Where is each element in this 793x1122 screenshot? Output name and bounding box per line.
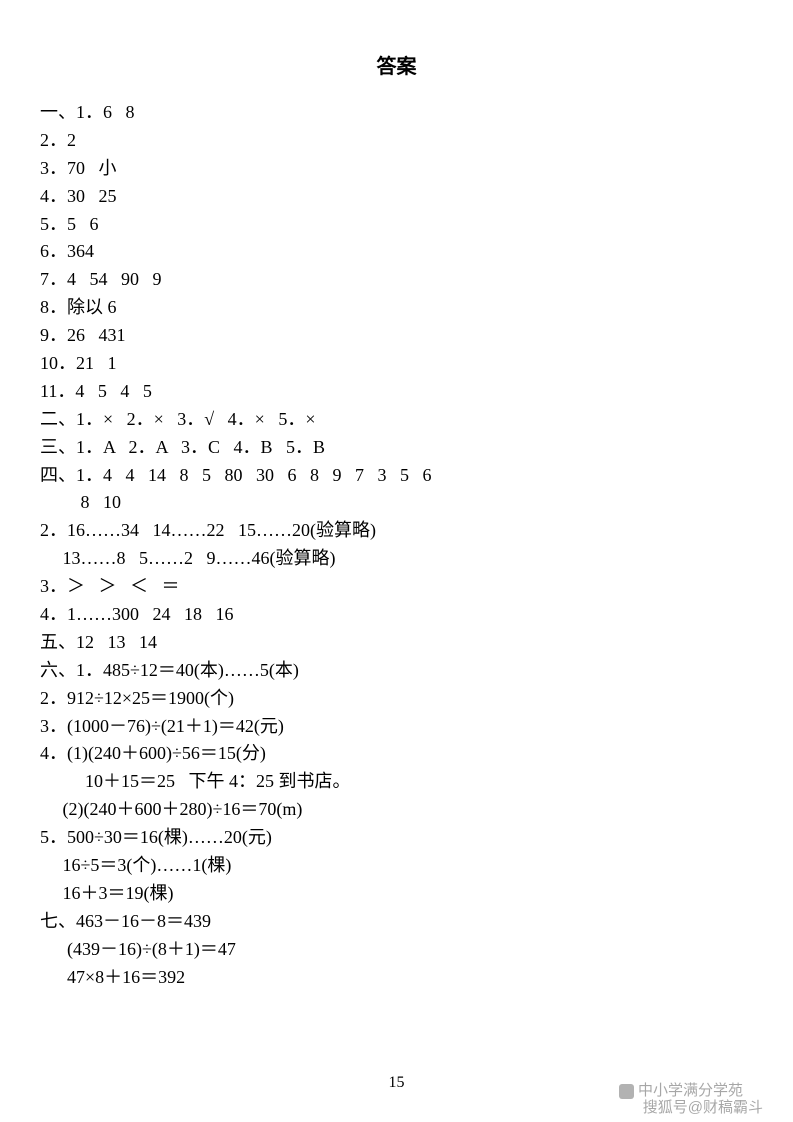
answer-line: (2)(240＋600＋280)÷16＝70(m)	[40, 796, 753, 824]
answer-line: 6．364	[40, 238, 753, 266]
answer-line: 4．30 25	[40, 183, 753, 211]
answer-line: 8．除以 6	[40, 294, 753, 322]
answer-line: 11．4 5 4 5	[40, 378, 753, 406]
answer-line: 四、1．4 4 14 8 5 80 30 6 8 9 7 3 5 6	[40, 462, 753, 490]
answer-line: 二、1．× 2．× 3．√ 4．× 5．×	[40, 406, 753, 434]
wechat-icon	[619, 1084, 634, 1099]
answer-line: 13……8 5……2 9……46(验算略)	[40, 545, 753, 573]
answer-line: 六、1．485÷12＝40(本)……5(本)	[40, 657, 753, 685]
answer-line: 5．5 6	[40, 211, 753, 239]
answer-line: 2．2	[40, 127, 753, 155]
answer-line: 一、1．6 8	[40, 99, 753, 127]
answer-line: 16＋3＝19(棵)	[40, 880, 753, 908]
answer-line: 3．(1000－76)÷(21＋1)＝42(元)	[40, 713, 753, 741]
answer-line: 3．＞ ＞ ＜ ＝	[40, 573, 753, 601]
answer-line: 7．4 54 90 9	[40, 266, 753, 294]
watermark-bottom: 搜狐号@财稿霸斗	[643, 1096, 763, 1117]
page-title: 答案	[40, 50, 753, 79]
answer-line: 4．1……300 24 18 16	[40, 601, 753, 629]
answer-line: 七、463－16－8＝439	[40, 908, 753, 936]
answer-line: 10．21 1	[40, 350, 753, 378]
answer-line: 10＋15＝25 下午 4：25 到书店。	[40, 768, 753, 796]
answer-line: 8 10	[40, 489, 753, 517]
answer-line: 16÷5＝3(个)……1(棵)	[40, 852, 753, 880]
answer-line: (439－16)÷(8＋1)＝47	[40, 936, 753, 964]
answer-line: 三、1．A 2．A 3．C 4．B 5．B	[40, 434, 753, 462]
answer-line: 2．16……34 14……22 15……20(验算略)	[40, 517, 753, 545]
answer-line: 47×8＋16＝392	[40, 964, 753, 992]
answer-line: 3．70 小	[40, 155, 753, 183]
answer-line: 5．500÷30＝16(棵)……20(元)	[40, 824, 753, 852]
answer-body: 一、1．6 82．23．70 小4．30 255．5 66．3647．4 54 …	[40, 99, 753, 992]
answer-line: 2．912÷12×25＝1900(个)	[40, 685, 753, 713]
answer-line: 4．(1)(240＋600)÷56＝15(分)	[40, 740, 753, 768]
answer-line: 五、12 13 14	[40, 629, 753, 657]
answer-line: 9．26 431	[40, 322, 753, 350]
